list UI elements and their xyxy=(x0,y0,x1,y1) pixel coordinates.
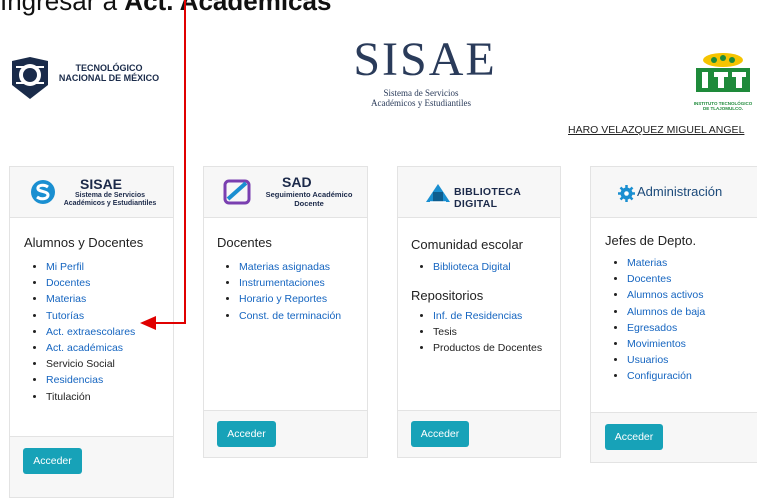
card-administracion-header: Administración xyxy=(591,167,757,218)
sad-acceder-button[interactable]: Acceder xyxy=(217,421,276,447)
repositorios-menu-item: Tesis xyxy=(433,324,543,340)
tecnm-text: TECNOLÓGICO NACIONAL DE MÉXICO xyxy=(58,63,160,83)
sad-menu-item: Instrumentaciones xyxy=(239,275,341,291)
card-sad: SAD Seguimiento Académico Docente Docent… xyxy=(203,166,368,458)
admin-menu-link[interactable]: Docentes xyxy=(627,273,671,285)
admin-menu-link[interactable]: Materias xyxy=(627,257,667,269)
itt-emblem-icon xyxy=(696,53,750,92)
admin-menu-item: Configuración xyxy=(627,368,705,384)
admin-menu-link[interactable]: Usuarios xyxy=(627,354,668,366)
tecnm-logo: TECNOLÓGICO NACIONAL DE MÉXICO xyxy=(8,55,178,105)
sisae-menu-item: Tutorías xyxy=(46,308,135,324)
sisae-menu-link[interactable]: Residencias xyxy=(46,374,103,386)
annotation-arrow-horizontal xyxy=(152,322,186,324)
sad-menu-item: Materias asignadas xyxy=(239,259,341,275)
card-sisae-title: Alumnos y Docentes xyxy=(24,235,144,250)
admin-menu-item: Egresados xyxy=(627,320,705,336)
repositorios-menu-item: Inf. de Residencias xyxy=(433,308,543,324)
card-sad-title: Docentes xyxy=(217,235,272,250)
tecnm-emblem-icon xyxy=(12,57,48,99)
sisae-menu-item: Docentes xyxy=(46,275,135,291)
card-sisae-footer: Acceder xyxy=(10,436,173,497)
sisae-card-logo-subtitle: Sistema de Servicios Académicos y Estudi… xyxy=(63,192,157,207)
card-biblioteca: BIBLIOTECA DIGITAL Comunidad escolar Bib… xyxy=(397,166,561,458)
admin-menu-link[interactable]: Alumnos activos xyxy=(627,289,703,301)
library-book-icon xyxy=(426,184,450,203)
card-biblioteca-footer: Acceder xyxy=(398,410,560,457)
biblioteca-acceder-button[interactable]: Acceder xyxy=(411,421,469,447)
biblioteca-menu-link[interactable]: Biblioteca Digital xyxy=(433,261,511,273)
sad-card-logo-title: SAD xyxy=(282,174,312,190)
card-administracion-title: Jefes de Depto. xyxy=(605,233,697,248)
card-sisae-header: SISAE Sistema de Servicios Académicos y … xyxy=(10,167,173,218)
itt-logo-text: INSTITUTO TECNOLÓGICO DE TLAJOMULCO. xyxy=(693,101,753,111)
card-biblioteca-header: BIBLIOTECA DIGITAL xyxy=(398,167,560,218)
sad-menu-link[interactable]: Materias asignadas xyxy=(239,261,330,273)
annotation-arrow-vertical xyxy=(184,0,186,324)
admin-menu-item: Alumnos de baja xyxy=(627,304,705,320)
sisae-menu-item: Mi Perfil xyxy=(46,259,135,275)
sisae-menu-item: Servicio Social xyxy=(46,356,135,372)
sisae-menu-link[interactable]: Materias xyxy=(46,293,86,305)
sisae-acceder-button[interactable]: Acceder xyxy=(23,448,82,474)
repositorios-menu-item: Productos de Docentes xyxy=(433,340,543,356)
admin-menu-item: Materias xyxy=(627,255,705,271)
admin-menu-link[interactable]: Egresados xyxy=(627,322,677,334)
gear-icon xyxy=(618,185,635,202)
sad-menu-item: Horario y Reportes xyxy=(239,291,341,307)
sisae-menu-link[interactable]: Docentes xyxy=(46,277,90,289)
instruction-caption: Ingresar a Act. Académicas xyxy=(0,0,332,16)
biblioteca-menu-item: Biblioteca Digital xyxy=(433,259,511,275)
admin-menu-link[interactable]: Movimientos xyxy=(627,338,686,350)
sisae-logo-title: SISAE xyxy=(353,33,497,86)
administracion-card-logo-title: Administración xyxy=(637,184,723,199)
card-sad-menu: Materias asignadas Instrumentaciones Horar… xyxy=(217,259,341,324)
sisae-menu-link[interactable]: Tutorías xyxy=(46,310,84,322)
administracion-acceder-button[interactable]: Acceder xyxy=(605,424,663,450)
card-biblioteca-title: Comunidad escolar xyxy=(411,237,524,252)
sad-menu-link[interactable]: Instrumentaciones xyxy=(239,277,325,289)
admin-menu-link[interactable]: Configuración xyxy=(627,370,692,382)
sisae-menu-item: Act. extraescolares xyxy=(46,324,135,340)
sisae-menu-item: Materias xyxy=(46,291,135,307)
admin-menu-item: Docentes xyxy=(627,271,705,287)
sad-card-logo-subtitle: Seguimiento Académico Docente xyxy=(265,190,353,208)
repositorios-menu-link[interactable]: Inf. de Residencias xyxy=(433,310,522,322)
sad-menu-link[interactable]: Horario y Reportes xyxy=(239,293,327,305)
itt-logo: INSTITUTO TECNOLÓGICO DE TLAJOMULCO. xyxy=(692,52,754,112)
sisae-card-logo-title: SISAE xyxy=(80,176,123,192)
sad-pencil-icon xyxy=(223,179,251,205)
card-sad-header: SAD Seguimiento Académico Docente xyxy=(204,167,367,218)
sad-menu-link[interactable]: Const. de terminación xyxy=(239,310,341,322)
card-administracion: Administración Jefes de Depto. Materias D… xyxy=(590,166,757,463)
card-sisae: SISAE Sistema de Servicios Académicos y … xyxy=(9,166,174,498)
sisae-menu-link[interactable]: Mi Perfil xyxy=(46,261,84,273)
arrow-head-icon xyxy=(140,316,156,330)
card-biblioteca-menu: Biblioteca Digital xyxy=(411,259,511,275)
card-administracion-menu: Materias Docentes Alumnos activos Alumnos d… xyxy=(605,255,705,385)
card-biblioteca-subtitle: Repositorios xyxy=(411,288,484,303)
sisae-s-icon xyxy=(31,180,55,204)
sisae-menu-item: Titulación xyxy=(46,389,135,405)
sisae-logo-subtitle: Sistema de Servicios Académicos y Estudi… xyxy=(371,88,471,108)
admin-menu-item: Movimientos xyxy=(627,336,705,352)
sisae-menu-item: Act. académicas xyxy=(46,340,135,356)
admin-menu-link[interactable]: Alumnos de baja xyxy=(627,306,705,318)
card-biblioteca-repos-menu: Inf. de Residencias TesisProductos de Doc… xyxy=(411,308,543,357)
sisae-menu-link[interactable]: Act. extraescolares xyxy=(46,326,135,338)
card-sisae-menu: Mi Perfil Docentes Materias Tutorías Act. ex… xyxy=(24,259,135,405)
sisae-menu-item: Residencias xyxy=(46,372,135,388)
card-administracion-footer: Acceder xyxy=(591,412,757,462)
biblioteca-card-logo-title: BIBLIOTECA DIGITAL xyxy=(454,186,521,210)
sisae-menu-link[interactable]: Act. académicas xyxy=(46,342,123,354)
admin-menu-item: Alumnos activos xyxy=(627,287,705,303)
card-sad-footer: Acceder xyxy=(204,410,367,457)
sad-menu-item: Const. de terminación xyxy=(239,308,341,324)
admin-menu-item: Usuarios xyxy=(627,352,705,368)
user-name-link[interactable]: HARO VELAZQUEZ MIGUEL ANGEL xyxy=(568,124,744,136)
